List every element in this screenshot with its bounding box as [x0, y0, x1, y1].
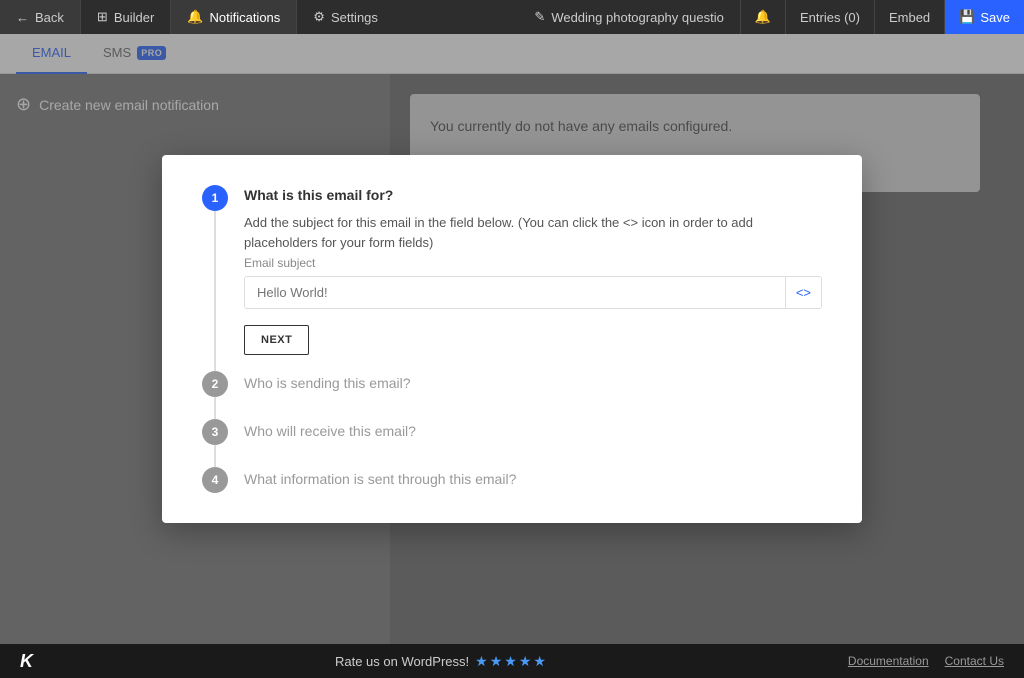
- save-icon: 💾: [959, 9, 975, 25]
- step4-title: What information is sent through this em…: [244, 471, 822, 487]
- save-label: Save: [980, 10, 1010, 25]
- footer-links: Documentation Contact Us: [848, 654, 1004, 668]
- step2-content: Who is sending this email?: [244, 371, 822, 391]
- embed-button[interactable]: Embed: [874, 0, 944, 34]
- alert-bell-icon: 🔔: [755, 9, 771, 25]
- back-button[interactable]: ← Back: [0, 0, 80, 34]
- step3-title: Who will receive this email?: [244, 423, 822, 439]
- footer-center: Rate us on WordPress! ★ ★ ★ ★ ★: [335, 653, 546, 670]
- step4-connector: 4: [202, 467, 228, 493]
- step2-circle: 2: [202, 371, 228, 397]
- step1-line: [214, 211, 216, 371]
- email-subject-input[interactable]: [245, 277, 785, 308]
- form-title: Wedding photography questio: [551, 10, 724, 25]
- contact-link[interactable]: Contact Us: [945, 654, 1004, 668]
- notifications-label: Notifications: [209, 10, 280, 25]
- builder-label: Builder: [114, 10, 154, 25]
- field-label: Email subject: [244, 256, 822, 270]
- settings-label: Settings: [331, 10, 378, 25]
- step3-circle: 3: [202, 419, 228, 445]
- documentation-link[interactable]: Documentation: [848, 654, 929, 668]
- step2-line: [214, 397, 216, 419]
- email-setup-modal: 1 What is this email for? Add the subjec…: [162, 155, 862, 523]
- settings-tab[interactable]: ⚙ Settings: [297, 0, 394, 34]
- back-icon: ←: [16, 10, 29, 25]
- footer-logo: K: [20, 651, 33, 672]
- step1-content: What is this email for? Add the subject …: [244, 185, 822, 355]
- gear-icon: ⚙: [313, 9, 325, 25]
- edit-icon: ✎: [534, 9, 545, 25]
- step2-container: 2 Who is sending this email?: [202, 371, 822, 419]
- step3-content: Who will receive this email?: [244, 419, 822, 439]
- top-navigation: ← Back ⊞ Builder 🔔 Notifications ⚙ Setti…: [0, 0, 1024, 34]
- back-label: Back: [35, 10, 64, 25]
- modal-overlay: 1 What is this email for? Add the subjec…: [0, 34, 1024, 644]
- step2-connector: 2: [202, 371, 228, 419]
- step4-content: What information is sent through this em…: [244, 467, 822, 487]
- star-3: ★: [504, 653, 517, 670]
- step1-circle: 1: [202, 185, 228, 211]
- step2-title: Who is sending this email?: [244, 375, 822, 391]
- step3-connector: 3: [202, 419, 228, 467]
- notifications-tab[interactable]: 🔔 Notifications: [171, 0, 296, 34]
- rate-text: Rate us on WordPress!: [335, 654, 469, 669]
- email-subject-input-row: <>: [244, 276, 822, 309]
- step1-container: 1 What is this email for? Add the subjec…: [202, 185, 822, 371]
- bell-icon: 🔔: [187, 9, 203, 25]
- notifications-bell-button[interactable]: 🔔: [740, 0, 785, 34]
- placeholder-icon-button[interactable]: <>: [785, 277, 821, 308]
- entries-label: Entries (0): [800, 10, 860, 25]
- builder-icon: ⊞: [97, 9, 108, 25]
- embed-label: Embed: [889, 10, 930, 25]
- step4-circle: 4: [202, 467, 228, 493]
- code-bracket-icon: <>: [796, 285, 811, 300]
- star-4: ★: [519, 653, 532, 670]
- footer-stars: ★ ★ ★ ★ ★: [475, 653, 546, 670]
- step3-line: [214, 445, 216, 467]
- builder-tab[interactable]: ⊞ Builder: [81, 0, 170, 34]
- step4-container: 4 What information is sent through this …: [202, 467, 822, 493]
- footer: K Rate us on WordPress! ★ ★ ★ ★ ★ Docume…: [0, 644, 1024, 678]
- star-5: ★: [533, 653, 546, 670]
- step1-description: Add the subject for this email in the fi…: [244, 213, 822, 252]
- step3-container: 3 Who will receive this email?: [202, 419, 822, 467]
- save-button[interactable]: 💾 Save: [944, 0, 1024, 34]
- star-2: ★: [490, 653, 503, 670]
- nav-right-actions: 🔔 Entries (0) Embed 💾 Save: [740, 0, 1024, 34]
- next-button[interactable]: NEXT: [244, 325, 309, 355]
- form-title-area: ✎ Wedding photography questio: [518, 9, 739, 25]
- entries-button[interactable]: Entries (0): [785, 0, 874, 34]
- star-1: ★: [475, 653, 488, 670]
- step1-title: What is this email for?: [244, 187, 822, 203]
- step1-connector: 1: [202, 185, 228, 371]
